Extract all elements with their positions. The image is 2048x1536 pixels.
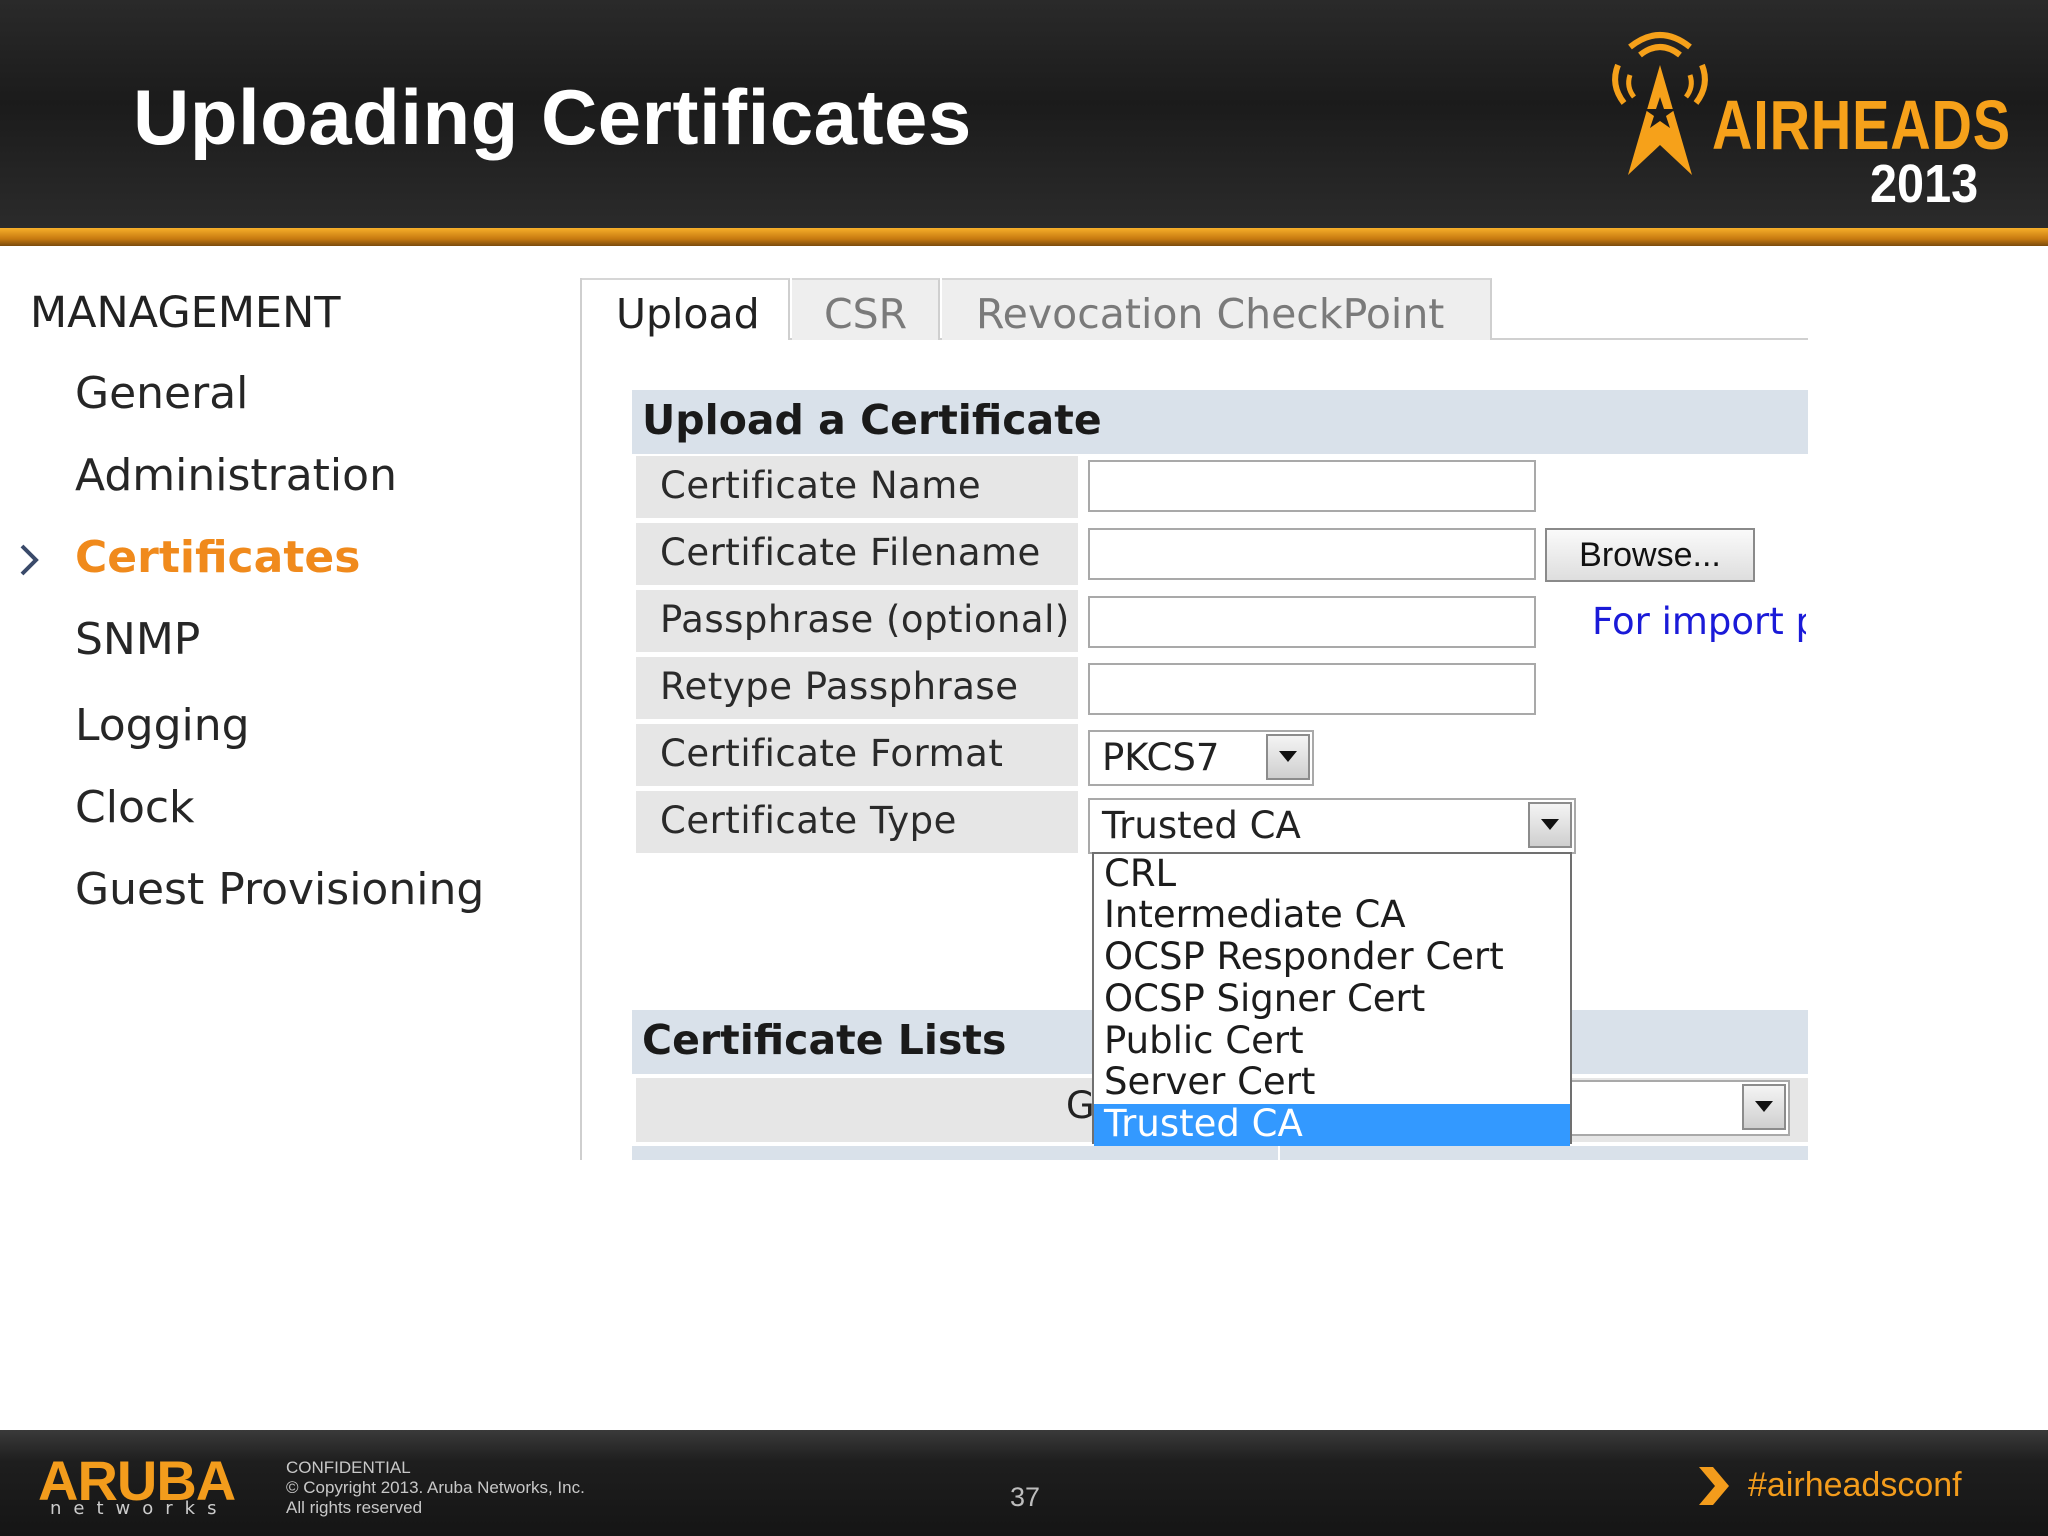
certificate-type-select[interactable]: Trusted CA: [1088, 798, 1576, 854]
certificate-format-label: Certificate Format: [636, 724, 1078, 786]
sidebar-item-snmp[interactable]: SNMP: [75, 614, 200, 665]
dropdown-option-ocsp-signer-cert[interactable]: OCSP Signer Cert: [1094, 979, 1570, 1021]
type-dropdown-button[interactable]: [1528, 802, 1572, 848]
lists-dropdown-button[interactable]: [1742, 1084, 1786, 1130]
aruba-logo-subtitle: networks: [50, 1498, 229, 1519]
tab-upload[interactable]: Upload: [582, 278, 790, 340]
tab-csr[interactable]: CSR: [792, 278, 940, 340]
sidebar-item-administration[interactable]: Administration: [75, 450, 397, 501]
header-accent-stripe: [0, 228, 2048, 246]
certificate-lists-filter-label: G: [1066, 1084, 1095, 1127]
certificate-type-value: Trusted CA: [1102, 804, 1301, 847]
sidebar-item-certificates[interactable]: Certificates: [75, 532, 360, 583]
chevron-down-icon: [1755, 1101, 1773, 1112]
certificate-filename-label: Certificate Filename: [636, 523, 1078, 585]
certificate-type-dropdown-list[interactable]: CRL Intermediate CA OCSP Responder Cert …: [1092, 852, 1572, 1146]
certificate-type-label: Certificate Type: [636, 791, 1078, 853]
dropdown-option-public-cert[interactable]: Public Cert: [1094, 1021, 1570, 1063]
tab-revocation-checkpoint[interactable]: Revocation CheckPoint: [942, 278, 1492, 340]
sidebar-heading: MANAGEMENT: [30, 288, 341, 338]
sidebar-item-logging[interactable]: Logging: [75, 700, 250, 751]
copyright-text: © Copyright 2013. Aruba Networks, Inc.: [286, 1478, 585, 1497]
passphrase-label: Passphrase (optional): [636, 590, 1078, 652]
chevron-down-icon: [1541, 819, 1559, 830]
antenna-icon: [1612, 32, 1708, 175]
certificate-format-select[interactable]: PKCS7: [1088, 730, 1314, 786]
chevron-right-icon: [1699, 1467, 1729, 1505]
dropdown-option-crl[interactable]: CRL: [1094, 854, 1570, 896]
passphrase-input[interactable]: [1088, 596, 1536, 648]
sidebar-item-clock[interactable]: Clock: [75, 782, 195, 833]
browse-button[interactable]: Browse...: [1545, 528, 1755, 582]
import-note-link[interactable]: For import p: [1592, 600, 1806, 643]
dropdown-option-server-cert[interactable]: Server Cert: [1094, 1062, 1570, 1104]
upload-section-title: Upload a Certificate: [632, 390, 1808, 454]
dropdown-option-trusted-ca[interactable]: Trusted CA: [1094, 1104, 1570, 1146]
retype-passphrase-input[interactable]: [1088, 663, 1536, 715]
certificate-name-input[interactable]: [1088, 460, 1536, 512]
confidential-label: CONFIDENTIAL: [286, 1458, 411, 1477]
dropdown-option-ocsp-responder-cert[interactable]: OCSP Responder Cert: [1094, 937, 1570, 979]
retype-passphrase-label: Retype Passphrase: [636, 657, 1078, 719]
content-panel-border: [580, 278, 582, 1160]
page-number: 37: [1010, 1482, 1041, 1512]
format-dropdown-button[interactable]: [1266, 734, 1310, 780]
certificate-format-value: PKCS7: [1102, 736, 1220, 779]
certificate-name-label: Certificate Name: [636, 456, 1078, 518]
sidebar-item-guest-provisioning[interactable]: Guest Provisioning: [75, 864, 484, 915]
sidebar-item-general[interactable]: General: [75, 368, 248, 419]
chevron-right-icon: [20, 544, 39, 576]
page-title: Uploading Certificates: [133, 73, 972, 161]
hashtag: #airheadsconf: [1748, 1466, 1962, 1504]
table-column-divider: [1278, 1146, 1280, 1160]
airheads-year: 2013: [1869, 154, 1978, 214]
certificate-filename-input[interactable]: [1088, 528, 1536, 580]
dropdown-option-intermediate-ca[interactable]: Intermediate CA: [1094, 895, 1570, 937]
chevron-down-icon: [1279, 751, 1297, 762]
certificate-lists-table-header: [632, 1146, 1808, 1160]
airheads-logo: AIRHEADS 2013: [1600, 25, 2010, 215]
rights-text: All rights reserved: [286, 1498, 423, 1517]
